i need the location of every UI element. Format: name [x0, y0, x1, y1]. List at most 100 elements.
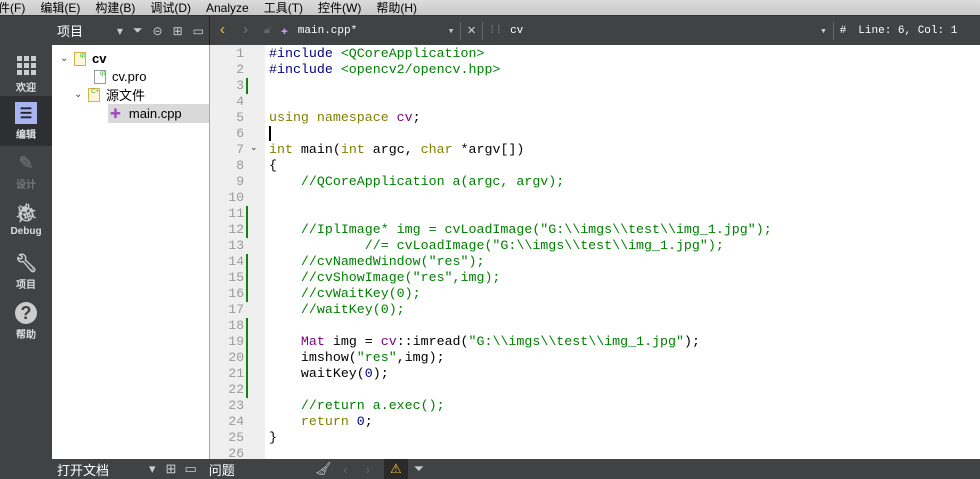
bottom-bar: 打开文档 ▾ ⊞ ▭ 问题 🧹︎ ‹ › ⚠ ⏷ — [52, 459, 980, 479]
code-line[interactable]: Mat img = cv::imread("G:\\imgs\\test\\im… — [269, 334, 700, 350]
code-token: int — [269, 142, 293, 157]
change-marker — [246, 270, 248, 286]
code-editor[interactable]: 1 2 3 4 5 6 7 ⌄ 8 9 10 11 12 13 14 15 16 17 18 19 20 21 22 23 24… — [210, 45, 980, 459]
code-line[interactable]: { — [269, 158, 277, 174]
code-token: "res" — [356, 350, 397, 365]
encoding-hash[interactable]: # — [840, 25, 847, 37]
filter-icon[interactable]: ⏷ — [414, 461, 424, 477]
code-line[interactable]: //cvWaitKey(0); — [269, 286, 421, 302]
menu-item[interactable]: 帮助(H) — [376, 0, 417, 16]
fold-arrow-icon[interactable]: ⌄ — [250, 142, 258, 153]
wrench-icon: 🔧︎ — [15, 253, 38, 273]
forward-icon[interactable]: › — [241, 22, 250, 39]
symbol-selector[interactable]: cv — [510, 25, 820, 37]
code-token: img = — [324, 334, 381, 349]
code-line[interactable]: } — [269, 430, 277, 446]
code-line[interactable]: //QCoreApplication a(argc, argv); — [269, 174, 564, 190]
line-number: 4 — [236, 94, 244, 109]
code-line[interactable]: //return a.exec(); — [269, 398, 445, 414]
menu-item[interactable]: 控件(W) — [318, 0, 361, 16]
split-icon[interactable]: ⊞ — [166, 461, 177, 477]
cursor-position[interactable]: Line: 6, Col: 1 — [858, 25, 957, 37]
project-folder-icon: qt — [74, 51, 86, 66]
next-icon[interactable]: › — [366, 462, 370, 477]
mode-wrench[interactable]: 🔧︎ 项目 — [0, 246, 52, 296]
code-token: #include — [269, 62, 341, 77]
code-token: "G:\\imgs\\test\\img_1.jpg" — [468, 334, 684, 349]
line-number: 22 — [228, 382, 244, 397]
open-documents-label[interactable]: 打开文档 — [57, 460, 149, 479]
line-number: 16 — [228, 286, 244, 301]
project-view-selector[interactable]: 项目 — [57, 21, 112, 40]
line-number: 1 — [236, 46, 244, 61]
expand-arrow-icon[interactable]: ⌄ — [74, 89, 88, 100]
code-line[interactable]: //IplImage* img = cvLoadImage("G:\\imgs\… — [269, 222, 772, 238]
clear-icon[interactable]: 🧹︎ — [315, 461, 332, 477]
mode-label: 设计 — [16, 180, 36, 191]
pencil-icon: ✎ — [18, 153, 34, 173]
warning-icon[interactable]: ⚠ — [383, 459, 408, 479]
tree-item[interactable]: ⌄ C+ 源文件 — [74, 85, 145, 104]
mode-bug[interactable]: 🐞︎ Debug — [0, 196, 52, 246]
close-panel-icon[interactable]: ▭ — [193, 24, 204, 38]
line-number-gutter: 1 2 3 4 5 6 7 ⌄ 8 9 10 11 12 13 14 15 16 17 18 19 20 21 22 23 24… — [210, 45, 265, 459]
code-token: ::imread( — [396, 334, 469, 349]
code-line[interactable]: int main(int argc, char *argv[]) — [269, 142, 524, 158]
code-token: 0 — [364, 366, 373, 381]
link-icon[interactable]: ⊝ — [153, 24, 163, 38]
line-number: 26 — [228, 446, 244, 459]
menu-item[interactable]: 编辑(E) — [40, 0, 80, 16]
back-icon[interactable]: ‹ — [218, 22, 227, 39]
code-token: <QCoreApplication> — [340, 46, 485, 61]
change-marker — [246, 206, 248, 222]
code-token: //cvNamedWindow("res"); — [269, 254, 485, 269]
menu-item[interactable]: Analyze — [206, 1, 249, 15]
code-line[interactable]: //waitKey(0); — [269, 302, 405, 318]
line-number: 24 — [228, 414, 244, 429]
split-icon[interactable]: ⊞ — [173, 24, 183, 38]
mode-label: 帮助 — [16, 330, 36, 341]
code-line[interactable]: //cvShowImage("res",img); — [269, 270, 501, 286]
code-line[interactable]: #include <opencv2/opencv.hpp> — [269, 62, 500, 78]
code-line[interactable]: imshow("res",img); — [269, 350, 445, 366]
code-token: ); — [372, 366, 389, 381]
code-line[interactable]: return 0; — [269, 414, 373, 430]
tree-item[interactable]: qt cv.pro — [94, 67, 146, 86]
change-marker — [246, 254, 248, 270]
expand-arrow-icon[interactable]: ⌄ — [60, 53, 74, 64]
issues-label[interactable]: 问题 — [209, 460, 315, 479]
cpp-file-icon: ✚ — [110, 105, 121, 121]
mode-label: 编辑 — [16, 130, 36, 141]
code-line[interactable]: using namespace cv; — [269, 110, 421, 126]
line-number: 19 — [228, 334, 244, 349]
code-line[interactable]: #include <QCoreApplication> — [269, 46, 484, 62]
symbol-icon: ⁞⁞ — [488, 24, 503, 37]
menu-item[interactable]: 调试(D) — [150, 0, 191, 16]
menu-item[interactable]: 文件(F) — [0, 0, 25, 16]
code-token: //IplImage* img = cvLoadImage("G:\\imgs\… — [269, 222, 772, 237]
mode-edit[interactable]: ☰ 编辑 — [0, 96, 52, 146]
menu-item[interactable]: 工具(T) — [264, 0, 303, 16]
tree-item[interactable]: ⌄ qt cv — [60, 49, 106, 68]
tree-item-label: main.cpp — [128, 106, 182, 121]
chevron-down-icon[interactable]: ▾ — [149, 461, 156, 477]
tree-item-label: cv.pro — [112, 69, 147, 84]
code-line[interactable]: //cvNamedWindow("res"); — [269, 254, 485, 270]
code-line[interactable]: waitKey(0); — [269, 366, 389, 382]
chevron-down-icon[interactable]: ▾ — [820, 24, 827, 38]
prev-icon[interactable]: ‹ — [343, 462, 347, 477]
close-panel-icon[interactable]: ▭ — [184, 461, 196, 477]
code-token: using namespace — [269, 110, 397, 125]
mode-help[interactable]: ? 帮助 — [0, 296, 52, 346]
tree-item-label: cv — [92, 51, 107, 66]
code-line[interactable]: //= cvLoadImage("G:\\imgs\\test\\img_1.j… — [269, 238, 724, 254]
chevron-down-icon[interactable]: ▾ — [448, 24, 455, 38]
mode-grid[interactable]: 欢迎 — [0, 46, 52, 96]
close-icon[interactable]: ✕ — [467, 22, 475, 39]
filter-icon[interactable]: ⏷ — [133, 23, 143, 38]
tree-item[interactable]: ✚ main.cpp — [108, 104, 209, 123]
file-selector[interactable]: main.cpp* — [298, 25, 448, 37]
menu-item[interactable]: 构建(B) — [95, 0, 135, 16]
chevron-down-icon[interactable]: ▾ — [117, 24, 123, 38]
